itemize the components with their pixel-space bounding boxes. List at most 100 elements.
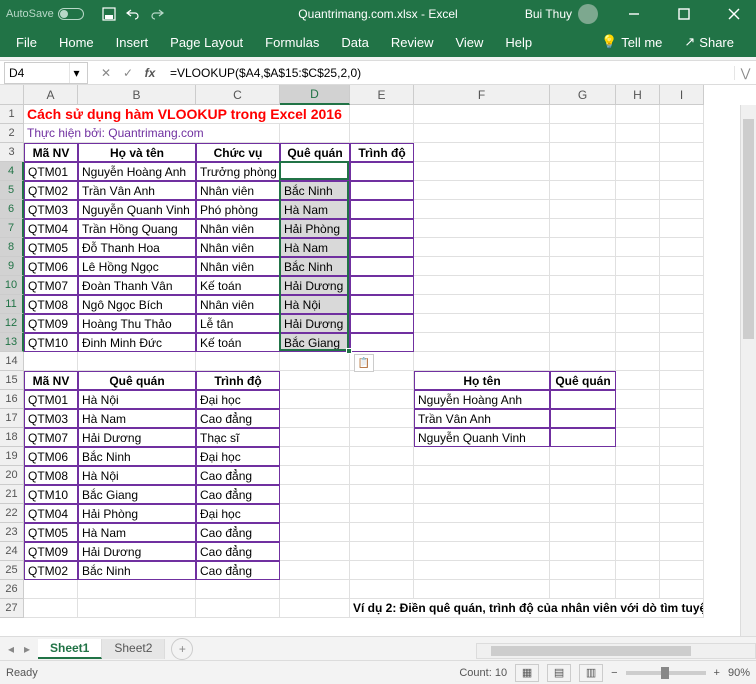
col-header-H[interactable]: H xyxy=(616,85,660,105)
cell-C5[interactable]: Nhân viên xyxy=(196,181,280,200)
cell-F12[interactable] xyxy=(414,314,550,333)
cell-B16[interactable]: Hà Nội xyxy=(78,390,196,409)
cell-A19[interactable]: QTM06 xyxy=(24,447,78,466)
cell-G13[interactable] xyxy=(550,333,616,352)
cell-G20[interactable] xyxy=(550,466,616,485)
row-header-4[interactable]: 4 xyxy=(0,162,24,181)
cell-F4[interactable] xyxy=(414,162,550,181)
cell-C22[interactable]: Đại học xyxy=(196,504,280,523)
row-header-20[interactable]: 20 xyxy=(0,466,24,485)
cell-E9[interactable] xyxy=(350,257,414,276)
tell-me-button[interactable]: 💡Tell me xyxy=(591,30,672,54)
row-header-21[interactable]: 21 xyxy=(0,485,24,504)
cell-I23[interactable] xyxy=(660,523,704,542)
cell-A25[interactable]: QTM02 xyxy=(24,561,78,580)
cell-A8[interactable]: QTM05 xyxy=(24,238,78,257)
row-header-2[interactable]: 2 xyxy=(0,124,24,143)
cell-A21[interactable]: QTM10 xyxy=(24,485,78,504)
zoom-level[interactable]: 90% xyxy=(728,667,750,679)
cell-H25[interactable] xyxy=(616,561,660,580)
cell-A15[interactable]: Mã NV xyxy=(24,371,78,390)
row-header-26[interactable]: 26 xyxy=(0,580,24,599)
cell-I24[interactable] xyxy=(660,542,704,561)
cell-C15[interactable]: Trình độ xyxy=(196,371,280,390)
chevron-down-icon[interactable]: ▾ xyxy=(69,63,83,83)
cell-A23[interactable]: QTM05 xyxy=(24,523,78,542)
cell-B18[interactable]: Hải Dương xyxy=(78,428,196,447)
row-header-11[interactable]: 11 xyxy=(0,295,24,314)
cell-A11[interactable]: QTM08 xyxy=(24,295,78,314)
cell-F26[interactable] xyxy=(414,580,550,599)
cell-H20[interactable] xyxy=(616,466,660,485)
cell-H6[interactable] xyxy=(616,200,660,219)
cell-B24[interactable]: Hải Dương xyxy=(78,542,196,561)
row-header-1[interactable]: 1 xyxy=(0,105,24,124)
cell-D20[interactable] xyxy=(280,466,350,485)
cell-E4[interactable] xyxy=(350,162,414,181)
cell-H24[interactable] xyxy=(616,542,660,561)
cell-B20[interactable]: Hà Nội xyxy=(78,466,196,485)
cell-D26[interactable] xyxy=(280,580,350,599)
cell-B26[interactable] xyxy=(78,580,196,599)
cell-F7[interactable] xyxy=(414,219,550,238)
cell-C16[interactable]: Đại học xyxy=(196,390,280,409)
row-header-13[interactable]: 13 xyxy=(0,333,24,352)
row-header-17[interactable]: 17 xyxy=(0,409,24,428)
row-header-8[interactable]: 8 xyxy=(0,238,24,257)
cell-D22[interactable] xyxy=(280,504,350,523)
cell-E22[interactable] xyxy=(350,504,414,523)
cell-C25[interactable]: Cao đẳng xyxy=(196,561,280,580)
cell-G5[interactable] xyxy=(550,181,616,200)
cell-I7[interactable] xyxy=(660,219,704,238)
cell-B5[interactable]: Trần Vân Anh xyxy=(78,181,196,200)
cell-F6[interactable] xyxy=(414,200,550,219)
cell-E17[interactable] xyxy=(350,409,414,428)
row-header-16[interactable]: 16 xyxy=(0,390,24,409)
cell-I20[interactable] xyxy=(660,466,704,485)
close-button[interactable] xyxy=(712,0,756,27)
cell-G26[interactable] xyxy=(550,580,616,599)
cell-G16[interactable] xyxy=(550,390,616,409)
cell-E16[interactable] xyxy=(350,390,414,409)
cell-B27[interactable] xyxy=(78,599,196,618)
cell-A9[interactable]: QTM06 xyxy=(24,257,78,276)
cell-C19[interactable]: Đại học xyxy=(196,447,280,466)
zoom-slider[interactable] xyxy=(626,671,706,675)
formula-input[interactable]: =VLOOKUP($A4,$A$15:$C$25,2,0) xyxy=(164,66,734,80)
cell-H15[interactable] xyxy=(616,371,660,390)
cell-C13[interactable]: Kế toán xyxy=(196,333,280,352)
cell-G4[interactable] xyxy=(550,162,616,181)
cell-D4[interactable]: Hà Nội xyxy=(280,162,350,181)
row-header-14[interactable]: 14 xyxy=(0,352,24,371)
cell-H23[interactable] xyxy=(616,523,660,542)
ribbon-tab-page-layout[interactable]: Page Layout xyxy=(160,31,253,54)
cell-A10[interactable]: QTM07 xyxy=(24,276,78,295)
cell-F5[interactable] xyxy=(414,181,550,200)
cell-G19[interactable] xyxy=(550,447,616,466)
view-page-layout-icon[interactable]: ▤ xyxy=(547,664,571,682)
cell-C11[interactable]: Nhân viên xyxy=(196,295,280,314)
cell-H12[interactable] xyxy=(616,314,660,333)
cell-D5[interactable]: Bắc Ninh xyxy=(280,181,350,200)
cell-F9[interactable] xyxy=(414,257,550,276)
cell-G1[interactable] xyxy=(550,105,616,124)
cell-I9[interactable] xyxy=(660,257,704,276)
cell-I25[interactable] xyxy=(660,561,704,580)
cell-F21[interactable] xyxy=(414,485,550,504)
row-header-12[interactable]: 12 xyxy=(0,314,24,333)
cell-B12[interactable]: Hoàng Thu Thảo xyxy=(78,314,196,333)
cell-A1[interactable]: Cách sử dụng hàm VLOOKUP trong Excel 201… xyxy=(24,105,350,124)
cell-G12[interactable] xyxy=(550,314,616,333)
cell-B15[interactable]: Quê quán xyxy=(78,371,196,390)
cell-B25[interactable]: Bắc Ninh xyxy=(78,561,196,580)
vertical-scrollbar[interactable] xyxy=(740,105,756,636)
row-header-9[interactable]: 9 xyxy=(0,257,24,276)
fx-icon[interactable]: fx xyxy=(140,66,160,80)
cell-F2[interactable] xyxy=(414,124,550,143)
row-header-23[interactable]: 23 xyxy=(0,523,24,542)
cell-C26[interactable] xyxy=(196,580,280,599)
cell-F11[interactable] xyxy=(414,295,550,314)
cell-B6[interactable]: Nguyễn Quanh Vinh xyxy=(78,200,196,219)
cell-B11[interactable]: Ngô Ngọc Bích xyxy=(78,295,196,314)
redo-icon[interactable] xyxy=(150,7,164,21)
